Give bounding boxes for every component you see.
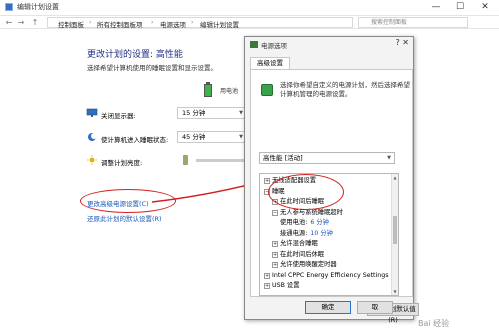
expand-icon[interactable]: +	[272, 262, 278, 268]
expand-icon[interactable]: +	[264, 178, 270, 184]
tree-item[interactable]: + 允许混合睡眠	[272, 240, 318, 248]
plan-select[interactable]: 高性能 [活动] ▼	[259, 152, 395, 164]
tree-item[interactable]: + 允许使用唤醒定时器	[272, 261, 337, 269]
forward-arrow-icon[interactable]: →	[16, 17, 26, 28]
minimize-button[interactable]: —	[425, 0, 447, 14]
monitor-icon	[86, 108, 98, 117]
turn-off-display-value: 15 分钟	[182, 109, 206, 117]
battery-column-header: 用电池	[220, 88, 239, 95]
turn-off-display-dropdown[interactable]: 15 分钟 ▼	[177, 107, 247, 119]
tree-item-label: Intel CPPC Energy Efficiency Settings	[272, 271, 389, 279]
brightness-slider-thumb[interactable]	[183, 155, 188, 165]
breadcrumb-edit-plan[interactable]: 编辑计划设置	[200, 19, 239, 29]
brightness-sun-icon	[87, 155, 97, 165]
tree-item[interactable]: 接通电源: 10 分钟	[280, 230, 333, 238]
scroll-up-icon[interactable]: ▲	[392, 174, 398, 181]
chevron-down-icon: ▼	[239, 134, 243, 140]
cancel-button[interactable]: 取	[357, 301, 393, 314]
power-plan-icon	[261, 84, 273, 96]
window-title: 编辑计划设置	[17, 3, 59, 11]
tree-item-label: 接通电源:	[280, 229, 308, 237]
annotation-circle	[268, 174, 344, 210]
breadcrumb-separator-icon: ›	[151, 19, 154, 26]
dialog-close-button[interactable]: ? ✕	[396, 38, 410, 47]
tree-item-label: 允许混合睡眠	[280, 240, 318, 247]
tree-item[interactable]: + USB 设置	[264, 282, 300, 290]
sleep-label: 使计算机进入睡眠状态:	[101, 136, 169, 144]
expand-icon[interactable]: +	[272, 251, 278, 258]
maximize-button[interactable]: ☐	[449, 0, 471, 14]
ok-button[interactable]: 确定	[305, 301, 351, 314]
tree-item[interactable]: 使用电池: 6 分钟	[280, 219, 329, 227]
watermark: Bai 经验	[418, 319, 450, 328]
expand-icon[interactable]: +	[264, 283, 270, 289]
control-panel-icon	[5, 3, 13, 11]
breadcrumb-all-items[interactable]: 所有控制面板项	[97, 19, 143, 29]
tree-item-label: 使用电池:	[280, 219, 308, 226]
dialog-title: 电源选项	[261, 42, 287, 50]
power-icon	[250, 41, 258, 48]
chevron-down-icon: ▼	[239, 110, 243, 116]
scrollbar-thumb[interactable]	[393, 216, 397, 244]
tree-item-value[interactable]: 10 分钟	[310, 230, 333, 237]
tree-item[interactable]: + Intel CPPC Energy Efficiency Settings	[264, 272, 389, 280]
chevron-down-icon: ▼	[387, 155, 391, 161]
close-button[interactable]: ✕	[474, 0, 496, 14]
dialog-description: 选择你希望自定义的电源计划，然后选择希望计算机管理的电源设置。	[280, 81, 410, 98]
scroll-down-icon[interactable]: ▼	[392, 288, 398, 295]
brightness-label: 调整计划亮度:	[101, 159, 143, 167]
titlebar: 编辑计划设置 — ☐ ✕	[0, 0, 499, 14]
back-arrow-icon[interactable]: ←	[4, 17, 14, 28]
page-title: 更改计划的设置: 高性能	[87, 50, 183, 60]
tree-item-value[interactable]: 6 分钟	[310, 219, 329, 226]
search-input[interactable]: 搜索控制面板	[358, 17, 468, 28]
breadcrumb-control-panel[interactable]: 控制面板	[58, 19, 84, 29]
collapse-icon[interactable]: −	[272, 209, 278, 216]
plan-select-value: 高性能 [活动]	[263, 154, 303, 162]
tree-item-label: 在此时间后休眠	[280, 250, 325, 258]
tree-item-label: 允许使用唤醒定时器	[280, 261, 337, 268]
breadcrumb-power-options[interactable]: 电源选项	[160, 19, 186, 29]
tree-item-label: USB 设置	[272, 282, 300, 289]
up-arrow-icon[interactable]: ↑	[30, 17, 40, 28]
breadcrumb-separator-icon: ›	[89, 19, 92, 26]
tree-scrollbar[interactable]: ▲ ▼	[391, 174, 398, 295]
sleep-value: 45 分钟	[182, 133, 206, 141]
tab-advanced-settings[interactable]: 高级设置	[250, 57, 290, 69]
turn-off-display-label: 关闭显示器:	[101, 112, 136, 120]
breadcrumb-separator-icon: ›	[191, 19, 194, 26]
expand-icon[interactable]: +	[272, 241, 278, 247]
restore-defaults-link[interactable]: 还原此计划的默认设置(R)	[87, 213, 162, 223]
breadcrumb[interactable]: 控制面板 › 所有控制面板项 › 电源选项 › 编辑计划设置	[47, 17, 353, 29]
brightness-slider[interactable]	[196, 159, 246, 162]
page-subtitle: 选择希望计算机使用的睡眠设置和显示设置。	[87, 64, 217, 72]
battery-icon	[204, 84, 212, 97]
address-bar: ← → ↑ 控制面板 › 所有控制面板项 › 电源选项 › 编辑计划设置 搜索控…	[0, 15, 499, 29]
sleep-dropdown[interactable]: 45 分钟 ▼	[177, 131, 247, 143]
sleep-moon-icon	[88, 133, 97, 141]
tree-item[interactable]: + 在此时间后休眠	[272, 251, 324, 259]
expand-icon[interactable]: +	[264, 272, 270, 279]
